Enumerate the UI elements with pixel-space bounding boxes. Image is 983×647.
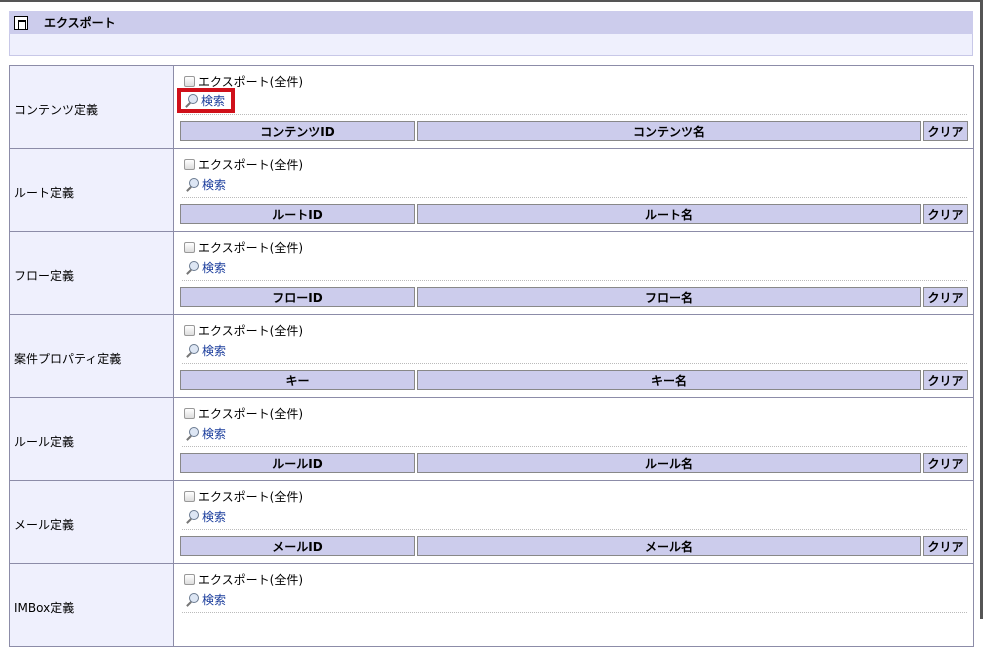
row-content: エクスポート(全件) 検索 コンテンツID コンテンツ名 クリア: [174, 66, 973, 148]
column-id-header: メールID: [180, 536, 415, 556]
checkbox-box[interactable]: [184, 159, 195, 170]
export-all-checkbox[interactable]: エクスポート(全件): [184, 239, 303, 256]
checkbox-box[interactable]: [184, 76, 195, 87]
row-content: エクスポート(全件) 検索 フローID フロー名 クリア: [174, 232, 973, 314]
column-name-header: メール名: [417, 536, 921, 556]
search-label: 検索: [202, 344, 227, 358]
divider: [182, 612, 967, 613]
row-label: フロー定義: [10, 232, 174, 314]
clear-button[interactable]: クリア: [923, 453, 968, 473]
column-id-header: キー: [180, 370, 415, 390]
divider: [182, 446, 967, 447]
search-link[interactable]: 検索: [183, 176, 228, 193]
header-subbar: [9, 34, 973, 56]
export-all-label: エクスポート(全件): [198, 158, 304, 172]
row-label: メール定義: [10, 481, 174, 563]
export-all-label: エクスポート(全件): [198, 324, 304, 338]
row-label: 案件プロパティ定義: [10, 315, 174, 397]
row-label: ルール定義: [10, 398, 174, 480]
export-all-label: エクスポート(全件): [198, 573, 304, 587]
row-content: エクスポート(全件) 検索 キー キー名 クリア: [174, 315, 973, 397]
result-header: ルートID ルート名 クリア: [180, 204, 968, 224]
divider: [182, 363, 967, 364]
checkbox-box[interactable]: [184, 325, 195, 336]
export-all-label: エクスポート(全件): [198, 75, 304, 89]
divider: [182, 197, 967, 198]
row-content: エクスポート(全件) 検索: [174, 564, 973, 646]
checkbox-box[interactable]: [184, 491, 195, 502]
export-table: コンテンツ定義 エクスポート(全件) 検索 コンテンツID コンテンツ名 クリア…: [9, 65, 974, 647]
row-label: IMBox定義: [10, 564, 174, 646]
search-link[interactable]: 検索: [183, 591, 228, 608]
clear-button[interactable]: クリア: [923, 121, 968, 141]
export-all-checkbox[interactable]: エクスポート(全件): [184, 322, 303, 339]
export-all-label: エクスポート(全件): [198, 241, 304, 255]
search-link[interactable]: 検索: [183, 342, 228, 359]
result-header: コンテンツID コンテンツ名 クリア: [180, 121, 968, 141]
row-content: エクスポート(全件) 検索 メールID メール名 クリア: [174, 481, 973, 563]
clear-button[interactable]: クリア: [923, 536, 968, 556]
magnifier-icon: [184, 93, 198, 108]
table-row: フロー定義 エクスポート(全件) 検索 フローID フロー名 クリア: [10, 232, 973, 315]
clear-button[interactable]: クリア: [923, 287, 968, 307]
result-header: ルールID ルール名 クリア: [180, 453, 968, 473]
table-row: 案件プロパティ定義 エクスポート(全件) 検索 キー キー名 クリア: [10, 315, 973, 398]
search-label: 検索: [202, 593, 227, 607]
column-id-header: フローID: [180, 287, 415, 307]
magnifier-icon: [185, 509, 199, 524]
row-label: コンテンツ定義: [10, 66, 174, 148]
column-name-header: コンテンツ名: [417, 121, 921, 141]
table-row: ルート定義 エクスポート(全件) 検索 ルートID ルート名 クリア: [10, 149, 973, 232]
column-id-header: ルートID: [180, 204, 415, 224]
column-id-header: ルールID: [180, 453, 415, 473]
export-all-checkbox[interactable]: エクスポート(全件): [184, 156, 303, 173]
divider: [182, 114, 967, 115]
magnifier-icon: [185, 592, 199, 607]
table-row: ルール定義 エクスポート(全件) 検索 ルールID ルール名 クリア: [10, 398, 973, 481]
search-label: 検索: [202, 261, 227, 275]
table-row: IMBox定義 エクスポート(全件) 検索: [10, 564, 973, 647]
column-name-header: ルール名: [417, 453, 921, 473]
export-all-checkbox[interactable]: エクスポート(全件): [184, 488, 303, 505]
page-title: エクスポート: [44, 16, 116, 30]
divider: [182, 280, 967, 281]
search-label: 検索: [202, 510, 227, 524]
export-all-checkbox[interactable]: エクスポート(全件): [184, 571, 303, 588]
column-id-header: コンテンツID: [180, 121, 415, 141]
magnifier-icon: [185, 426, 199, 441]
magnifier-icon: [185, 260, 199, 275]
row-label: ルート定義: [10, 149, 174, 231]
search-label: 検索: [202, 427, 227, 441]
table-row: メール定義 エクスポート(全件) 検索 メールID メール名 クリア: [10, 481, 973, 564]
magnifier-icon: [185, 177, 199, 192]
checkbox-box[interactable]: [184, 408, 195, 419]
table-row: コンテンツ定義 エクスポート(全件) 検索 コンテンツID コンテンツ名 クリア: [10, 66, 973, 149]
checkbox-box[interactable]: [184, 574, 195, 585]
clear-button[interactable]: クリア: [923, 204, 968, 224]
export-all-label: エクスポート(全件): [198, 490, 304, 504]
magnifier-icon: [185, 343, 199, 358]
result-header: メールID メール名 クリア: [180, 536, 968, 556]
export-all-label: エクスポート(全件): [198, 407, 304, 421]
page-header: エクスポート: [9, 11, 973, 34]
export-all-checkbox[interactable]: エクスポート(全件): [184, 73, 303, 90]
search-link[interactable]: 検索: [176, 88, 236, 113]
column-name-header: フロー名: [417, 287, 921, 307]
export-all-checkbox[interactable]: エクスポート(全件): [184, 405, 303, 422]
search-link[interactable]: 検索: [183, 425, 228, 442]
search-label: 検索: [202, 178, 227, 192]
divider: [182, 529, 967, 530]
search-link[interactable]: 検索: [183, 508, 228, 525]
clipboard-icon: [14, 15, 28, 30]
column-name-header: キー名: [417, 370, 921, 390]
column-name-header: ルート名: [417, 204, 921, 224]
result-header: キー キー名 クリア: [180, 370, 968, 390]
result-header: フローID フロー名 クリア: [180, 287, 968, 307]
clear-button[interactable]: クリア: [923, 370, 968, 390]
search-label: 検索: [201, 94, 226, 108]
checkbox-box[interactable]: [184, 242, 195, 253]
search-link[interactable]: 検索: [183, 259, 228, 276]
row-content: エクスポート(全件) 検索 ルールID ルール名 クリア: [174, 398, 973, 480]
row-content: エクスポート(全件) 検索 ルートID ルート名 クリア: [174, 149, 973, 231]
